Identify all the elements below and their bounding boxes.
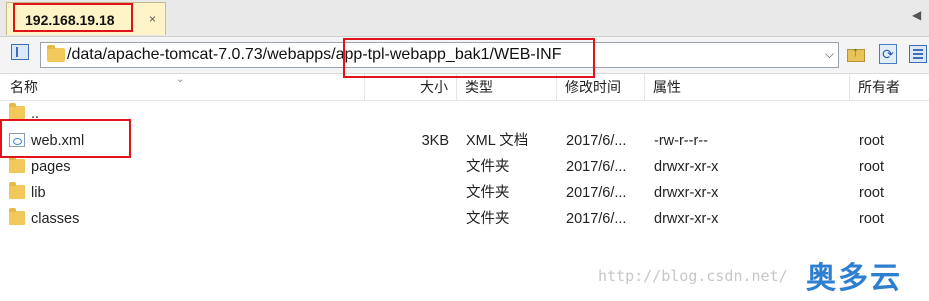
column-size[interactable]: 大小: [365, 74, 457, 100]
file-size: 3KB: [421, 133, 449, 149]
file-type: 文件夹: [466, 211, 510, 227]
file-name: ..: [31, 106, 40, 122]
file-owner: root: [859, 211, 884, 227]
path-text: /data/apache-tomcat-7.0.73/webapps/app-t…: [67, 46, 562, 64]
panel-toggle-icon[interactable]: [11, 44, 29, 60]
close-icon[interactable]: ×: [149, 12, 156, 26]
column-modified[interactable]: 修改时间: [557, 74, 645, 100]
file-modified: 2017/6/...: [566, 211, 627, 227]
view-mode-button[interactable]: [907, 43, 929, 65]
path-input[interactable]: /data/apache-tomcat-7.0.73/webapps/app-t…: [40, 42, 839, 68]
folder-icon: [47, 45, 65, 62]
file-row-web-xml[interactable]: web.xml 3KB XML 文档 2017/6/... -rw-r--r--…: [0, 128, 929, 154]
scroll-left-icon[interactable]: ◀: [912, 8, 921, 22]
file-name: classes: [31, 211, 80, 227]
refresh-icon: ⟳: [879, 44, 897, 64]
folder-icon: [9, 156, 25, 173]
session-tab-label: 192.168.19.18: [25, 12, 115, 28]
file-row-pages[interactable]: pages 文件夹 2017/6/... drwxr-xr-x root: [0, 154, 929, 180]
path-highlighted: app-tpl-webapp_bak1/WEB-INF: [335, 46, 562, 63]
up-arrow-icon: ↑: [852, 44, 859, 59]
watermark-url: http://blog.csdn.net/: [598, 267, 788, 285]
xml-file-icon: [9, 133, 25, 147]
sort-caret-icon: ⌄: [176, 74, 185, 85]
column-attributes[interactable]: 属性: [645, 74, 850, 100]
file-row-parent[interactable]: ..: [0, 101, 929, 127]
parent-folder-button[interactable]: ↑: [846, 43, 868, 65]
column-owner[interactable]: 所有者: [850, 74, 929, 100]
file-modified: 2017/6/...: [566, 185, 627, 201]
file-name: pages: [31, 159, 71, 175]
file-modified: 2017/6/...: [566, 133, 627, 149]
file-name: web.xml: [31, 133, 85, 149]
file-modified: 2017/6/...: [566, 159, 627, 175]
file-owner: root: [859, 133, 884, 149]
file-type: XML 文档: [466, 133, 529, 149]
address-bar: /data/apache-tomcat-7.0.73/webapps/app-t…: [0, 37, 929, 74]
file-type: 文件夹: [466, 185, 510, 201]
watermark-logo: 奥多云: [806, 261, 902, 296]
file-type: 文件夹: [466, 159, 510, 175]
tab-bar: 192.168.19.18 × ◀: [0, 0, 929, 37]
file-name: lib: [31, 185, 46, 201]
file-attributes: -rw-r--r--: [654, 133, 708, 149]
file-owner: root: [859, 159, 884, 175]
file-row-lib[interactable]: lib 文件夹 2017/6/... drwxr-xr-x root: [0, 180, 929, 206]
folder-icon: [9, 182, 25, 199]
column-name-label: 名称: [10, 79, 38, 95]
file-row-classes[interactable]: classes 文件夹 2017/6/... drwxr-xr-x root: [0, 206, 929, 232]
chevron-down-icon[interactable]: ⌵: [825, 47, 834, 62]
view-mode-icon: [909, 45, 927, 63]
path-base: /data/apache-tomcat-7.0.73/webapps/: [67, 46, 336, 63]
file-attributes: drwxr-xr-x: [654, 211, 719, 227]
file-attributes: drwxr-xr-x: [654, 159, 719, 175]
file-owner: root: [859, 185, 884, 201]
column-header: 名称 ⌄ 大小 类型 修改时间 属性 所有者: [0, 74, 929, 101]
session-tab[interactable]: 192.168.19.18 ×: [6, 2, 166, 35]
refresh-button[interactable]: ⟳: [877, 43, 899, 65]
folder-icon: [9, 208, 25, 225]
column-type[interactable]: 类型: [457, 74, 557, 100]
column-name[interactable]: 名称 ⌄: [0, 74, 365, 100]
folder-icon: [9, 103, 25, 120]
file-attributes: drwxr-xr-x: [654, 185, 719, 201]
